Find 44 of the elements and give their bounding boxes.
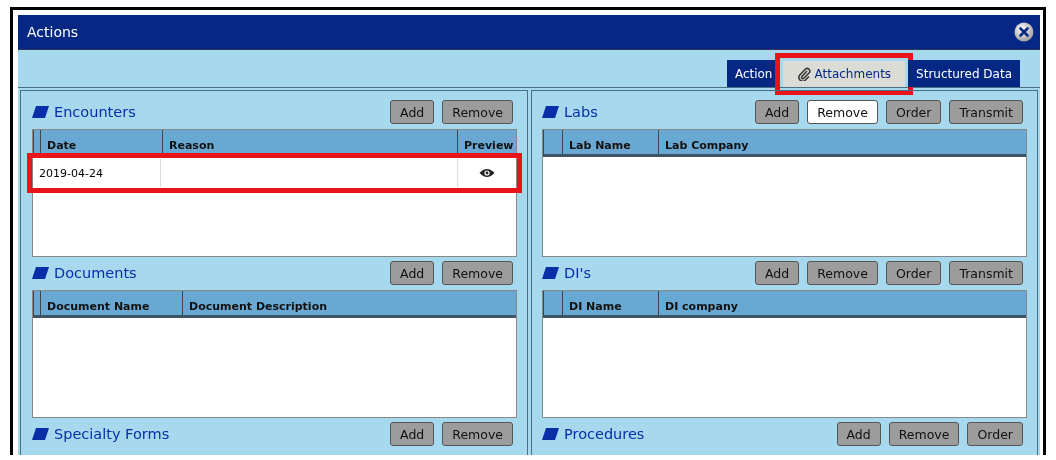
eye-icon[interactable] <box>479 168 495 178</box>
tab[interactable]: Structured Data <box>908 60 1020 87</box>
section-title: Encounters <box>54 104 136 120</box>
column-header[interactable]: Document Description <box>183 291 516 315</box>
column-header[interactable]: Date <box>41 130 163 154</box>
order-button[interactable]: Order <box>885 261 942 285</box>
column-header[interactable]: Document Name <box>41 291 183 315</box>
add-button[interactable]: Add <box>754 100 800 124</box>
section-title: Procedures <box>564 426 645 442</box>
transmit-button[interactable]: Transmit <box>949 261 1023 285</box>
column-header[interactable]: DI company <box>659 291 1026 315</box>
column-header[interactable]: Lab Name <box>563 130 659 154</box>
section-title: DI's <box>564 265 591 281</box>
remove-button[interactable]: Remove <box>807 261 878 285</box>
section-marker-icon <box>542 106 559 118</box>
window-title: Actions <box>27 24 79 40</box>
remove-button[interactable]: Remove <box>442 261 513 285</box>
section-marker-icon <box>32 106 49 118</box>
section-marker-icon <box>32 267 49 279</box>
column-header[interactable]: Preview <box>458 130 516 154</box>
add-button[interactable]: Add <box>390 422 435 446</box>
add-button[interactable]: Add <box>754 261 800 285</box>
add-button[interactable]: Add <box>390 100 435 124</box>
add-button[interactable]: Add <box>836 422 881 446</box>
column-header[interactable]: DI Name <box>563 291 659 315</box>
column-header[interactable]: Lab Company <box>659 130 1026 154</box>
order-button[interactable]: Order <box>885 100 942 124</box>
remove-button[interactable]: Remove <box>442 100 513 124</box>
order-button[interactable]: Order <box>967 422 1023 446</box>
section-marker-icon <box>32 428 49 440</box>
section-title: Labs <box>564 104 598 120</box>
paperclip-icon <box>797 67 812 81</box>
section-title: Specialty Forms <box>54 426 170 442</box>
add-button[interactable]: Add <box>390 261 435 285</box>
section-marker-icon <box>542 267 559 279</box>
close-icon[interactable] <box>1014 22 1034 42</box>
remove-button[interactable]: Remove <box>807 100 878 124</box>
table-cell: 2019-04-24 <box>33 159 161 187</box>
remove-button[interactable]: Remove <box>442 422 513 446</box>
column-header[interactable]: Reason <box>163 130 458 154</box>
remove-button[interactable]: Remove <box>888 422 960 446</box>
section-title: Documents <box>54 265 137 281</box>
transmit-button[interactable]: Transmit <box>949 100 1023 124</box>
section-marker-icon <box>542 428 559 440</box>
